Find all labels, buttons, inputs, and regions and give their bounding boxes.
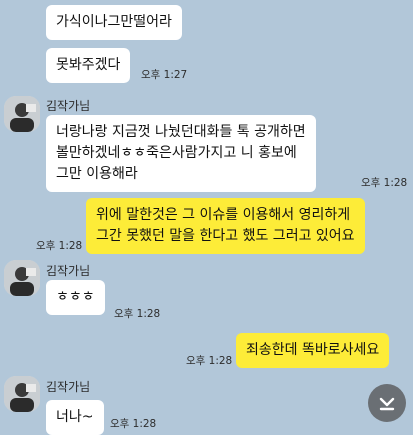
message-bubble[interactable]: 너나~	[46, 400, 104, 435]
sender-name: 김작가님	[46, 380, 91, 394]
scroll-down-button[interactable]	[368, 384, 406, 422]
message-bubble[interactable]: 못봐주겠다	[46, 48, 131, 83]
message-time: 오후 1:28	[114, 308, 161, 320]
message-time: 오후 1:28	[110, 418, 157, 430]
message-time: 오후 1:28	[186, 355, 233, 367]
message-time: 오후 1:28	[361, 177, 408, 189]
message-bubble[interactable]: ㅎㅎㅎ	[46, 280, 105, 315]
sender-avatar[interactable]	[4, 96, 40, 132]
sender-name: 김작가님	[46, 99, 91, 113]
message-time: 오후 1:27	[141, 69, 188, 81]
chevron-down-icon	[379, 397, 395, 411]
message-time: 오후 1:28	[36, 240, 83, 252]
my-message-bubble[interactable]: 죄송한데 똑바로사세요	[236, 333, 390, 368]
message-bubble[interactable]: 가식이나그만떨어라	[46, 5, 182, 40]
sender-avatar[interactable]	[4, 260, 40, 296]
message-bubble[interactable]: 너랑나랑 지금껏 나눴던대화들 톡 공개하면 볼만하겠네ㅎㅎ죽은사람가지고 니 …	[46, 115, 316, 192]
my-message-bubble[interactable]: 위에 말한것은 그 이슈를 이용해서 영리하게 그간 못했던 말을 한다고 했도…	[86, 198, 365, 254]
sender-avatar[interactable]	[4, 376, 40, 412]
sender-name: 김작가님	[46, 264, 91, 278]
